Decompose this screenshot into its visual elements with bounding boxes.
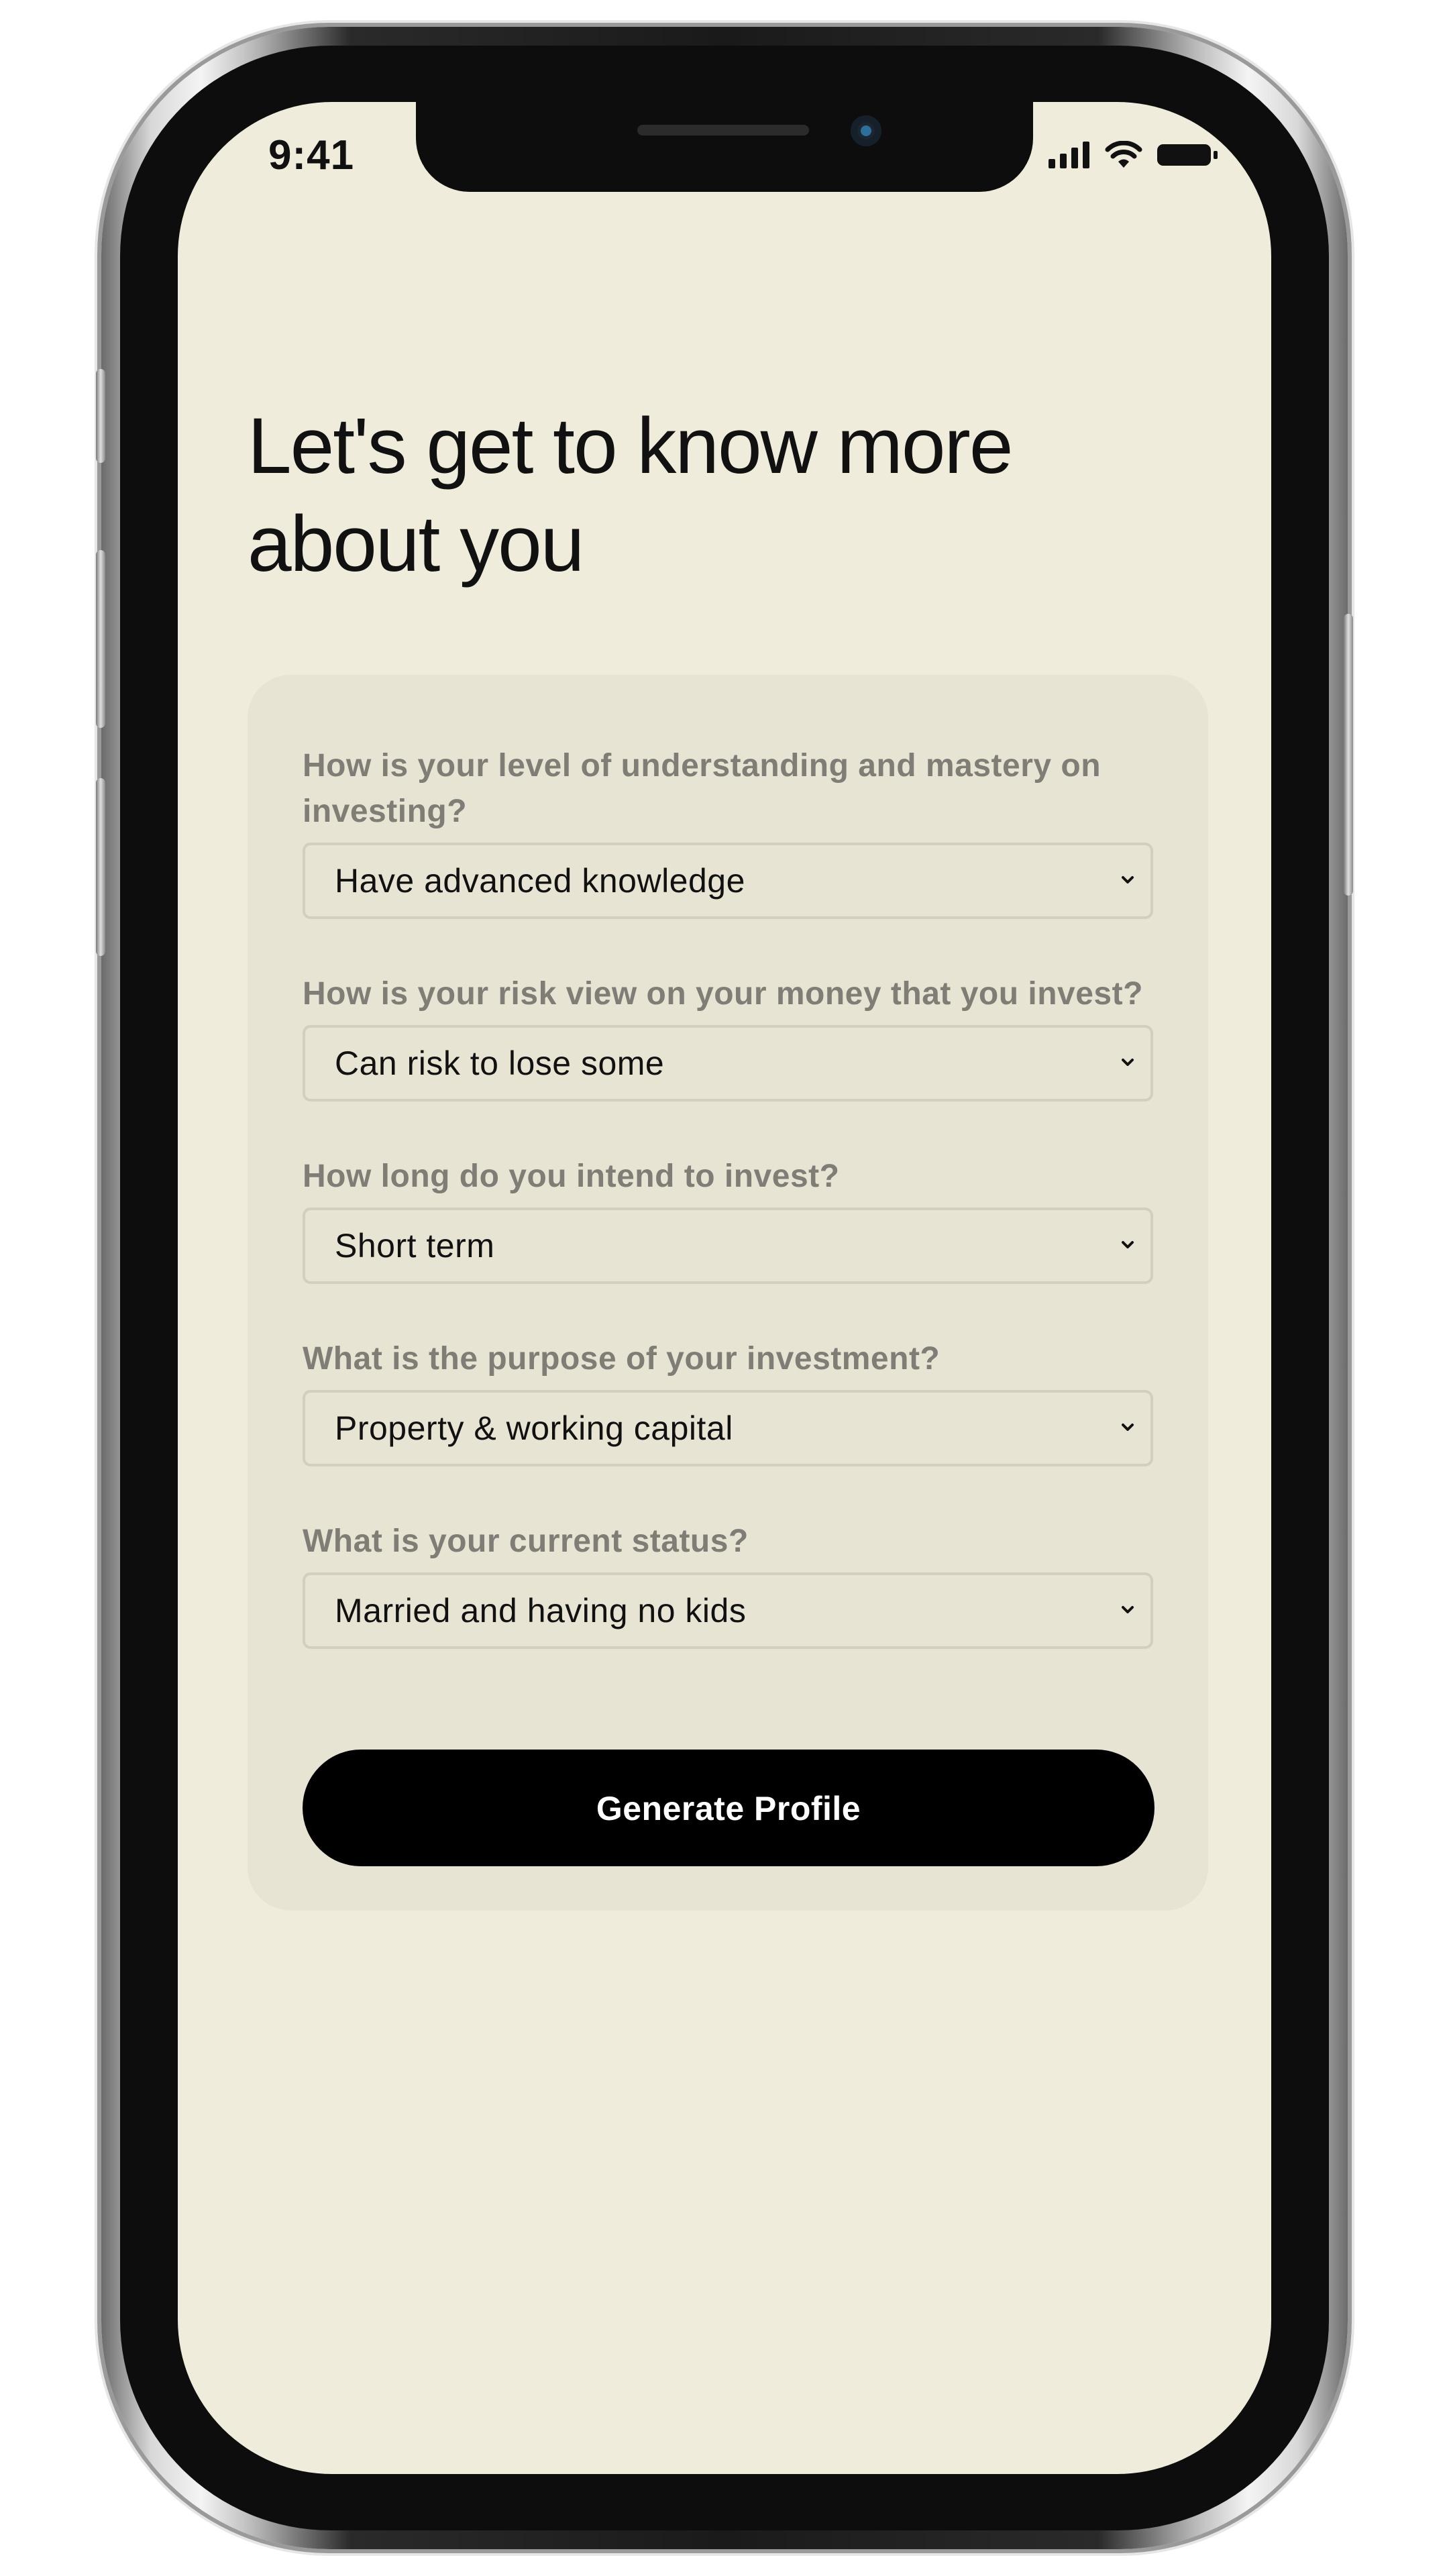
knowledge-select[interactable]: Have advanced knowledge <box>303 843 1153 919</box>
volume-down-button <box>96 778 105 956</box>
power-button <box>1344 614 1353 896</box>
chevron-down-icon <box>1122 1424 1134 1431</box>
duration-select[interactable]: Short term <box>303 1208 1153 1284</box>
select-value: Property & working capital <box>335 1409 733 1447</box>
risk-select[interactable]: Can risk to lose some <box>303 1025 1153 1102</box>
chevron-down-icon <box>1122 1059 1134 1066</box>
select-value: Married and having no kids <box>335 1592 747 1629</box>
page-title: Let's get to know more about you <box>248 402 1013 588</box>
purpose-select[interactable]: Property & working capital <box>303 1390 1153 1466</box>
questionnaire-card: How is your level of understanding and m… <box>248 675 1208 1911</box>
wifi-icon <box>1105 141 1142 168</box>
chevron-down-icon <box>1122 1606 1134 1613</box>
question-label-status: What is your current status? <box>303 1523 749 1559</box>
select-value: Short term <box>335 1227 495 1265</box>
speaker-grille <box>637 125 809 136</box>
select-value: Have advanced knowledge <box>335 862 745 900</box>
question-label-risk: How is your risk view on your money that… <box>303 976 1143 1012</box>
chevron-down-icon <box>1122 876 1134 883</box>
chevron-down-icon <box>1122 1241 1134 1248</box>
battery-icon <box>1157 144 1218 166</box>
front-camera-icon <box>851 115 881 146</box>
generate-profile-button[interactable]: Generate Profile <box>303 1750 1155 1866</box>
notch <box>416 102 1033 192</box>
question-label-purpose: What is the purpose of your investment? <box>303 1341 941 1377</box>
question-label-knowledge: How is your level of understanding and m… <box>303 748 1102 829</box>
signal-icon <box>1049 142 1089 168</box>
volume-up-button <box>96 550 105 728</box>
mute-switch <box>96 369 105 463</box>
phone-screen: 9:41 Let's get to know more about you Ho… <box>178 102 1271 2474</box>
status-icons <box>1049 141 1219 169</box>
question-label-duration: How long do you intend to invest? <box>303 1159 840 1194</box>
status-time: 9:41 <box>268 132 355 178</box>
select-value: Can risk to lose some <box>335 1044 665 1082</box>
status-select[interactable]: Married and having no kids <box>303 1572 1153 1649</box>
